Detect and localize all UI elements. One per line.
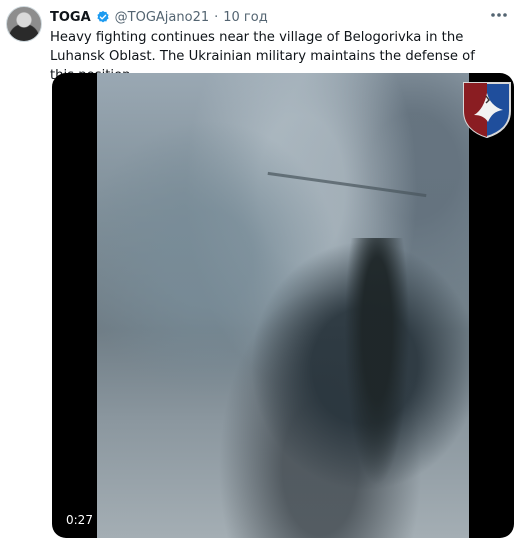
video-frame[interactable] [97, 73, 511, 538]
military-unit-emblem-icon [462, 81, 512, 139]
video-player[interactable]: 0:27 [52, 73, 514, 538]
separator-dot: · [214, 9, 219, 25]
timestamp-link[interactable]: 10 год [223, 10, 267, 25]
verified-badge-icon [96, 10, 110, 24]
soldier-figure [342, 238, 412, 498]
trench-edge [267, 171, 427, 198]
author-name[interactable]: TOGA [50, 10, 91, 25]
more-options-icon[interactable] [487, 6, 511, 24]
author-avatar[interactable] [6, 6, 42, 42]
tweet-header: TOGA @TOGAjano21 · 10 год [50, 8, 479, 26]
video-duration: 0:27 [62, 512, 97, 528]
author-handle[interactable]: @TOGAjano21 [115, 10, 209, 25]
